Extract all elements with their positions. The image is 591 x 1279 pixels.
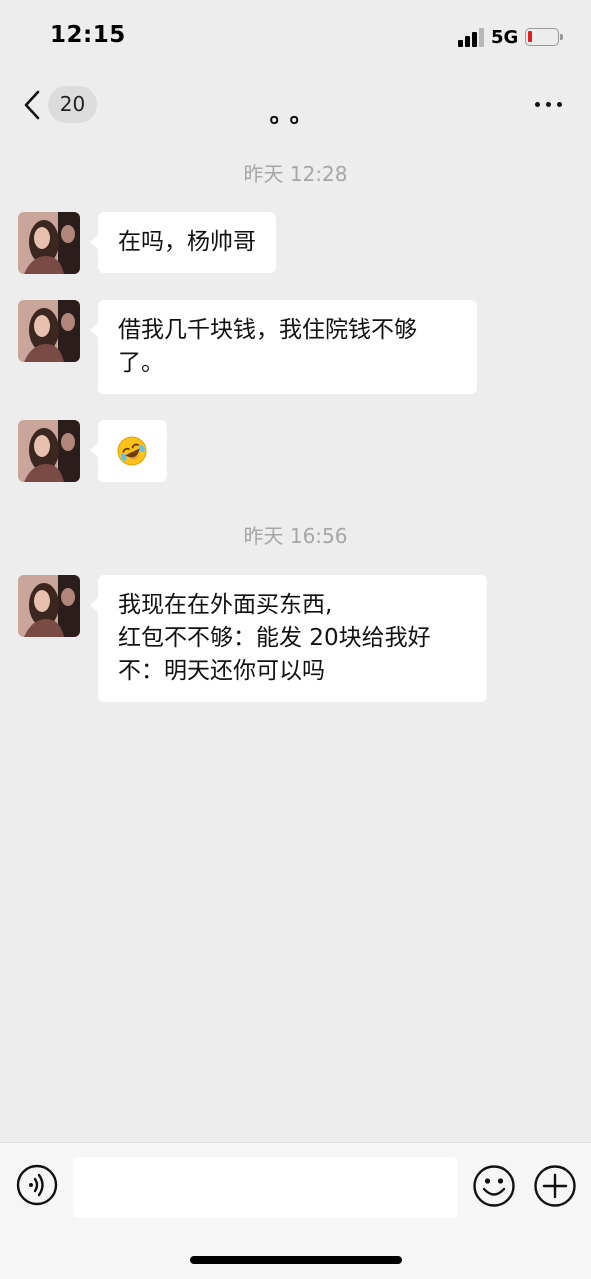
avatar[interactable] [18,420,80,482]
message-text: 我现在在外面买东西, [118,592,333,618]
avatar[interactable] [18,212,80,274]
message-text: 了。 [118,350,164,376]
chat-title: 。。 [269,100,322,128]
avatar[interactable] [18,300,80,362]
message-text: 不：明天还你可以吗 [118,658,325,684]
message-text: 借我几千块钱，我住院钱不够 [118,317,417,343]
network-type: 5G [491,27,519,48]
smiley-icon[interactable] [472,1164,516,1208]
battery-low-icon [525,28,563,46]
message-input[interactable] [73,1157,458,1218]
cellular-signal-icon [458,28,484,47]
home-indicator [190,1256,402,1264]
message-bubble[interactable]: 借我几千块钱，我住院钱不够 了。 [90,300,477,394]
message-timestamp: 昨天 16:56 [243,524,348,548]
rolling-laughing-emoji-icon [117,436,147,466]
chat-header: 20 。。 [0,72,591,138]
ellipsis-icon[interactable] [530,92,566,116]
status-bar: 12:15 5G [0,0,591,72]
message-bubble[interactable]: 我现在在外面买东西, 红包不不够：能发 20块给我好 不：明天还你可以吗 [90,575,487,702]
message-text: 在吗，杨帅哥 [118,229,256,255]
message-bubble[interactable]: 🤣 [90,420,167,482]
message-text: 红包不不够：能发 20块给我好 [118,625,431,651]
voice-input-icon[interactable] [16,1164,58,1206]
plus-circle-icon[interactable] [533,1164,577,1208]
message-bubble[interactable]: 在吗，杨帅哥 [90,212,276,273]
message-timestamp: 昨天 12:28 [243,162,348,186]
status-time: 12:15 [50,22,126,48]
avatar[interactable] [18,575,80,637]
